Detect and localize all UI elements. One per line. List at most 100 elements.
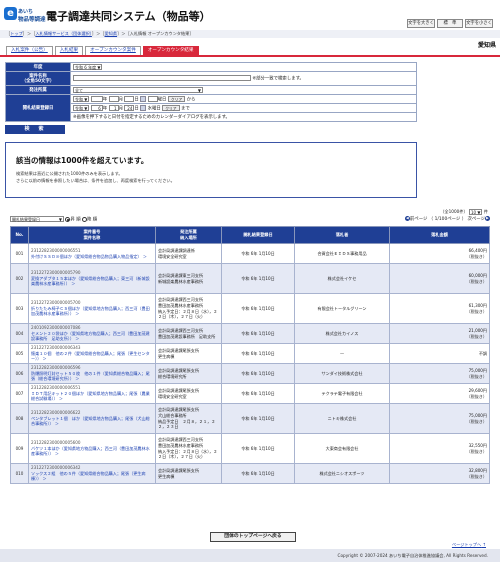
dept-label: 発注所属: [5, 85, 71, 95]
year-select[interactable]: 令和 6 年度 ▼: [73, 63, 103, 70]
breadcrumb-current: 入札情報 オープンカウンタ結果: [129, 31, 190, 36]
case-name-link[interactable]: 防爆照明灯封セット５０枚 他の１件（愛知県総合物品購入；尾張（総合環境研究所））…: [31, 371, 153, 382]
from-day-input[interactable]: [124, 95, 135, 102]
font-standard-button[interactable]: 標 準: [437, 19, 463, 28]
row-no: 008: [10, 403, 29, 434]
to-calendar-icon[interactable]: [140, 104, 147, 111]
tab-open-counter-case[interactable]: オープンカウンタ案件: [85, 46, 141, 55]
delivery-detail: 納入予定日：２月８日（水），２２日（木），２７日（火）: [158, 308, 218, 320]
message-heading: 該当の情報は1000件を超えています。: [16, 156, 149, 165]
page-title: 電子調達共同システム（物品等）: [46, 10, 211, 23]
case-name-link[interactable]: ペンタブレット１個 ほか（愛知県地方物品購入；尾張（犬山総合事務所）） ＞: [31, 416, 153, 427]
table-row: 004 2401092300000007086 セメント２０袋ほか（愛知県地方物品購…: [10, 323, 490, 344]
col-date: 開札結果登録日: [221, 226, 295, 244]
case-name-link[interactable]: ソックス２組 他の５件（愛知県総合物品購入；尾張（更生病棟）） ＞: [31, 471, 153, 482]
delivery-place: 総合環境研究所: [158, 373, 187, 379]
date-label: 開札結果登録日: [5, 94, 71, 122]
to-clear-button[interactable]: クリア: [162, 104, 180, 111]
case-name-link[interactable]: 折りたたみ椅子ＣＳ個ほか（愛知県地方物品購入；西三河（豊田加茂農林水産事務所））…: [31, 306, 153, 317]
row-dept: 会計局調達課尾張支所 環境安全研究室: [155, 383, 222, 404]
case-name-input[interactable]: [73, 75, 251, 82]
row-dept: 会計局調達課尾張支所 犬山総合事務所 納品予定日 ２月８，２１，２２，２３日: [155, 403, 222, 434]
breadcrumb-service[interactable]: 入札情報サービス（団体選択）: [35, 31, 92, 36]
per-page-select[interactable]: 10 ▼: [469, 209, 483, 215]
from-clear-button[interactable]: クリア: [167, 95, 186, 102]
to-year-input[interactable]: 6: [90, 104, 103, 111]
breadcrumb-org[interactable]: 愛知県: [104, 31, 117, 36]
prev-page-link[interactable]: 前ページ: [410, 217, 427, 222]
from-era-select[interactable]: 令和 ▼: [73, 95, 90, 102]
result-date: 令和 6年 1月10日: [221, 263, 295, 294]
row-dept: 会計局調達課尾張支所 更生病棟: [155, 343, 222, 364]
row-case: 2401092300000007086 セメント２０袋ほか（愛知県地方物品購入；西…: [28, 323, 156, 344]
result-date: 令和 6年 1月10日: [221, 243, 295, 264]
winning-amount: 21,000円 （税抜き）: [389, 323, 490, 344]
winning-amount: 61,300円 （税抜き）: [389, 293, 490, 324]
sort-asc-radio[interactable]: [65, 216, 71, 222]
case-name-link[interactable]: 懐楽１０個 他の２件（愛知県総合物品購入；尾張（更生センター）） ＞: [31, 351, 153, 362]
font-larger-button[interactable]: 文字を大きく: [407, 19, 435, 28]
message-line-2: さらに以前の情報を参照したい場合は、条件を追加し、再度検索を行ってください。: [16, 178, 175, 183]
breadcrumb-top[interactable]: トップ: [10, 31, 23, 36]
table-row: 001 2312282300000006551 外付けＳＳＤ８個ほか（愛知県総合物品…: [10, 243, 490, 264]
tab-underline: [0, 55, 500, 57]
table-row: 005 2312272300000006343 懐楽１０個 他の２件（愛知県総合物品…: [10, 343, 490, 364]
col-no: No.: [10, 226, 29, 244]
row-dept: 会計局調達課尾張支所 総合環境研究所: [155, 363, 222, 384]
winner: 株式会社カイノス: [294, 323, 390, 344]
row-dept: 会計局調達課調達係 環境安全研究室: [155, 243, 222, 264]
breadcrumb: ［トップ］＞［入札情報サービス（団体選択）］＞［愛知県］＞［入札情報 オープンカ…: [0, 30, 500, 38]
sort-and-paging: 開札結果登録日 ▼ 昇 順 降 順 ◀前ページ （ 1/100ページ ） 次ページ…: [10, 216, 490, 224]
row-case: 2312282300000006596 防爆照明灯封セット５０枚 他の１件（愛知県…: [28, 363, 156, 384]
back-to-org-top-button[interactable]: 団体のトップページへ戻る: [210, 532, 296, 542]
sort-field-select[interactable]: 開札結果登録日 ▼: [10, 216, 64, 222]
to-day-input[interactable]: 24: [124, 104, 135, 111]
dept-select[interactable]: 全て ▼: [73, 86, 203, 93]
sort-desc-radio[interactable]: [82, 216, 87, 222]
to-month-input[interactable]: 1: [108, 104, 119, 111]
logo-line-2: 物品等調達: [18, 17, 46, 23]
row-case: 2312282300000006551 外付けＳＳＤ８個ほか（愛知県総合物品物品購…: [28, 243, 156, 264]
next-page-icon[interactable]: ▶: [485, 216, 490, 221]
winning-amount: 32,550円 （税抜き）: [389, 433, 490, 464]
winning-amount: 66,400円 （税抜き）: [389, 243, 490, 264]
winner: 有限会社トータルグリーン: [294, 293, 390, 324]
case-name-link[interactable]: 外付けＳＳＤ８個ほか（愛知県総合物品物品購入物品指定） ＞: [31, 254, 153, 260]
to-era-select[interactable]: 令和 ▼: [73, 104, 90, 111]
tab-bar: 入札案件（公告） 入札結果 オープンカウンタ案件 オープンカウンタ結果: [6, 46, 199, 55]
case-name-link[interactable]: バケツ１本ほか（愛知県地方物品購入；西三河（豊田加茂農林水産事務所）） ＞: [31, 446, 153, 457]
font-smaller-button[interactable]: 文字を小さく: [465, 19, 493, 28]
row-no: 002: [10, 263, 29, 294]
from-calendar-icon[interactable]: [140, 95, 147, 102]
tab-bid-notice[interactable]: 入札案件（公告）: [6, 46, 53, 55]
row-dept: 会計局調達課東三河支所 新城設楽農林水産事務所: [155, 263, 222, 294]
logo-line-1: あいち: [18, 9, 34, 15]
search-button[interactable]: 検 索: [5, 125, 65, 134]
from-year-input[interactable]: [90, 95, 103, 102]
case-name-link[interactable]: 変換アダプタ１５本ほか（愛知県総合物品購入；東三河（新城設楽農林水産事務所）） …: [31, 276, 153, 287]
tab-bid-result[interactable]: 入札結果: [54, 46, 84, 55]
row-no: 004: [10, 323, 29, 344]
delivery-place: 豊田加茂建設事務所 足助支所: [158, 333, 216, 339]
logo-mark-icon: e: [4, 7, 17, 20]
result-date: 令和 6年 1月10日: [221, 343, 295, 364]
name-label-sub: （全角50文字）: [21, 78, 55, 84]
winner: ニトキ株式会社: [294, 403, 390, 434]
table-row: 010 2312272300000006342 ソックス２組 他の５件（愛知県総合物…: [10, 463, 490, 484]
case-name-link[interactable]: ＩＤＴ用記キット２０個ほか（愛知県地方物品購入；尾張（農業総合試験場）） ＞: [31, 391, 153, 402]
winning-amount: 不調: [389, 343, 490, 364]
org-name: 愛知県: [477, 42, 496, 49]
tab-open-counter-result[interactable]: オープンカウンタ結果: [142, 46, 199, 55]
row-no: 005: [10, 343, 29, 364]
row-case: 2312282300000006551 ＩＤＴ用記キット２０個ほか（愛知県地方物品…: [28, 383, 156, 404]
page-top-link[interactable]: ページトップへ ↑: [452, 542, 486, 548]
case-name-link[interactable]: セメント２０袋ほか（愛知県地方物品購入；西三河（豊田加茂建設事務所 足助支所））…: [31, 331, 153, 342]
from-month-input[interactable]: [108, 95, 119, 102]
next-page-link[interactable]: 次ページ: [468, 217, 485, 222]
year-label: 年度: [5, 62, 71, 72]
table-row: 008 2312282300000006622 ペンタブレット１個 ほか（愛知県地方…: [10, 403, 490, 434]
result-limit-message: 該当の情報は1000件を超えています。 検索結果は直近に公開された1000件のみ…: [5, 142, 417, 198]
col-case: 案件番号 案件名称: [28, 226, 156, 244]
result-date: 令和 6年 1月10日: [221, 463, 295, 484]
delivery-place: 更生病棟: [158, 473, 175, 479]
